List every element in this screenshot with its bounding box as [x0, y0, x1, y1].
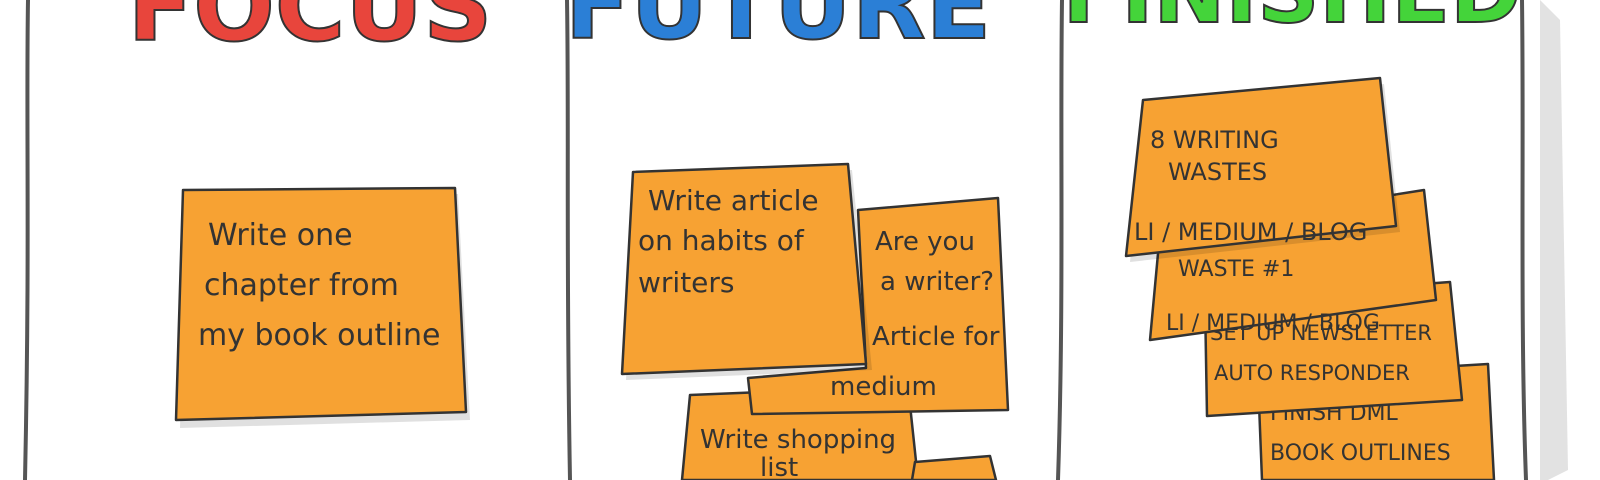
note-line: medium [830, 372, 937, 402]
paper-shadow [1540, 0, 1568, 480]
sticky-note[interactable]: Write one chapter from my book outline [174, 186, 470, 428]
focus-column: Write one chapter from my book outline [174, 186, 470, 428]
left-border-line [23, 0, 30, 480]
note-line: LI / MEDIUM / BLOG [1134, 218, 1367, 246]
sticky-note-fragment [910, 454, 998, 480]
finished-column: FINISH DML BOOK OUTLINES SET UP NEWSLETT… [1124, 76, 1496, 480]
note-line: Write one [208, 218, 353, 253]
note-line: Write article [648, 184, 819, 217]
note-line: my book outline [198, 318, 440, 353]
note-line: WASTE #1 [1178, 257, 1294, 282]
heading-future: FUTURE [565, 0, 991, 61]
note-line: LI / MEDIUM / BLOG [1166, 311, 1380, 336]
note-line: 8 WRITING [1150, 126, 1279, 154]
divider-line-2 [1056, 0, 1064, 480]
note-line: Article for [872, 322, 1000, 352]
note-line: chapter from [204, 268, 399, 303]
note-line: on habits of [638, 224, 805, 257]
note-line: a writer? [880, 267, 994, 297]
note-line: BOOK OUTLINES [1270, 441, 1451, 466]
right-border-line [1520, 0, 1528, 480]
sticky-note[interactable]: Write article on habits of writers [620, 162, 872, 380]
column-headings: FOCUS FUTURE FINISHED [127, 0, 1523, 64]
note-line: Are you [875, 227, 975, 257]
divider-line-1 [565, 0, 572, 480]
note-line: writers [638, 266, 735, 299]
note-line: Write shopping [700, 425, 896, 455]
note-line: list [760, 453, 798, 480]
heading-finished: FINISHED [1063, 0, 1522, 43]
future-column: Write shopping list Are you a writer? Ar… [620, 162, 1010, 480]
note-line: WASTES [1168, 158, 1267, 186]
sticky-note[interactable]: 8 WRITING WASTES LI / MEDIUM / BLOG [1124, 76, 1400, 262]
heading-focus: FOCUS [128, 0, 493, 63]
kanban-board: FOCUS FUTURE FINISHED Write one chapter … [23, 0, 1568, 480]
note-line: AUTO RESPONDER [1214, 361, 1410, 385]
